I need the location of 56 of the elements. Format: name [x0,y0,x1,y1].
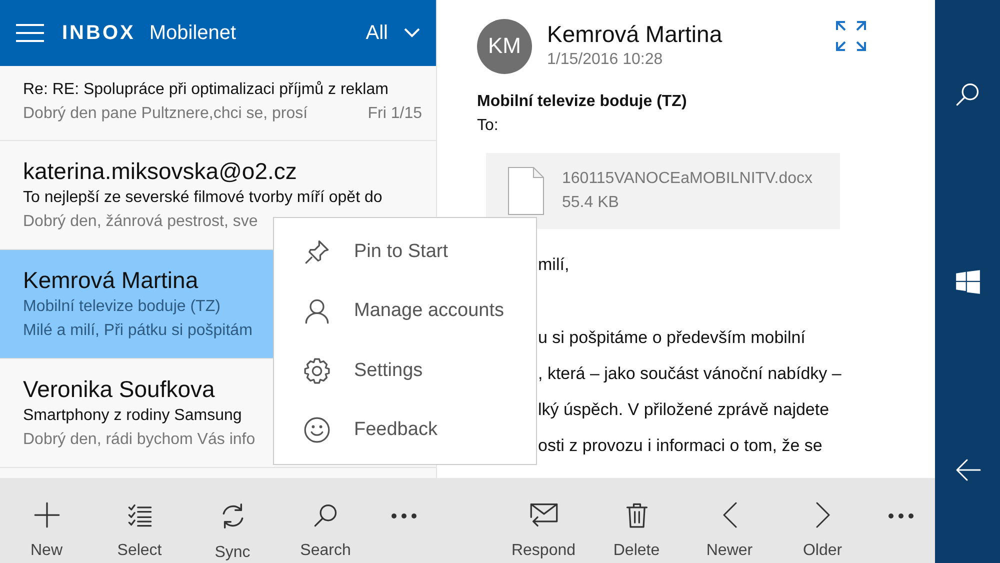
attachment-card[interactable]: 160115VANOCEaMOBILNITV.docx 55.4 KB [486,153,840,229]
message-preview: Dobrý den, rádi bychom Vás info [23,430,256,450]
message-date: Fri 1/15 [368,104,422,124]
smiley-icon [304,417,330,444]
person-icon [304,298,330,324]
windows-logo-icon [954,269,980,296]
command-button[interactable]: New [0,478,93,563]
sender-name: Veronika Soufkova [23,375,215,404]
command-button[interactable]: Sync [186,478,279,563]
document-icon [508,167,544,215]
back-arrow-icon [954,458,982,482]
command-button[interactable]: Respond [497,478,590,563]
body-text-line: u si pošpitáme o především mobilní [538,327,806,349]
trash-icon [624,502,650,528]
message-preview: Milé a milí, Při pátku si pošpitám [23,321,252,341]
body-text-line: osti z provozu i informaci o tom, že se [538,435,824,457]
command-button[interactable]: Search [279,478,372,563]
avatar-initials: KM [477,18,532,74]
sender-name: Kemrová Martina [23,266,198,295]
body-text-line: , která – jako součást vánoční nabídky – [538,363,842,385]
account-name: Mobilenet [149,22,238,44]
command-button[interactable]: Select [93,478,186,563]
chevron-left-icon [722,502,736,528]
body-text-line: lký úspěch. V přiložené zprávě najdete [538,399,830,421]
more-icon [888,513,914,519]
search-icon [954,81,980,108]
folder-title: INBOX [62,22,136,44]
plus-icon [34,502,60,528]
command-button[interactable]: Delete [590,478,683,563]
command-button[interactable]: Newer [683,478,776,563]
pin-icon [304,238,330,265]
sender-name: Kemrová Martina [547,20,724,48]
message-subject: Mobilní televize boduje (TZ) [23,297,220,317]
message-date: 1/15/2016 10:28 [547,50,664,70]
message-preview: Dobrý den, žánrová pestrost, sve [23,212,258,232]
message-subject: To nejlepší ze severské filmové tvorby míří opět do [23,188,382,208]
message-subject: Re: RE: Spolupráce při optimalizaci příjmů z reklam [23,80,388,100]
message-preview: Dobrý den pane Pultznere,chci se, prosí [23,104,308,124]
chevron-down-icon [404,28,420,38]
recipient-label: To: [477,116,500,136]
envelope-icon [528,502,558,528]
message-subject: Mobilní televize boduje (TZ) [477,92,688,112]
search-icon [312,502,338,528]
chevron-right-icon [816,502,830,528]
more-icon [391,513,417,519]
attachment-size: 55.4 KB [562,193,620,213]
menu-button[interactable] [16,24,44,42]
filter-dropdown[interactable]: All [366,22,420,44]
body-text-line: milí, [538,254,570,276]
expand-button[interactable] [835,20,867,52]
gear-icon [304,358,330,384]
command-button[interactable]: Older [776,478,869,563]
sender-name: katerina.miksovska@o2.cz [23,157,297,186]
message-subject: Smartphony z rodiny Samsung [23,406,242,426]
attachment-name: 160115VANOCEaMOBILNITV.docx [562,169,812,189]
checklist-icon [126,502,152,528]
